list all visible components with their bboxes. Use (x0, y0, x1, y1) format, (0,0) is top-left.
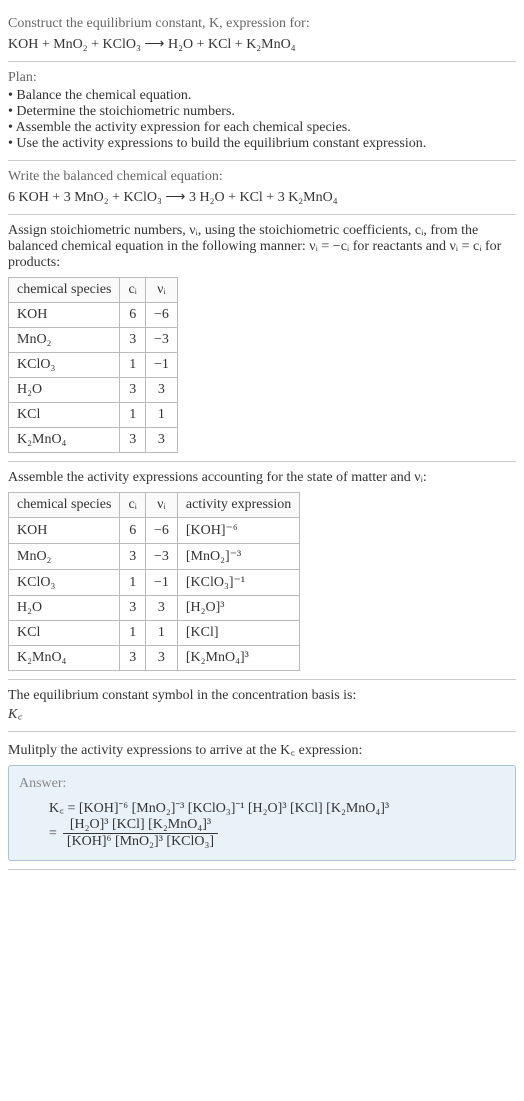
cell-species: KClO₃ (9, 353, 120, 378)
multiply-section: Mulitply the activity expressions to arr… (8, 732, 516, 870)
col-activity: activity expression (177, 493, 299, 518)
col-species: chemical species (9, 493, 120, 518)
col-ci: cᵢ (120, 278, 146, 303)
cell-ci: 6 (120, 518, 146, 544)
plan-item: • Use the activity expressions to build … (8, 136, 516, 152)
fraction-denominator: [KOH]⁶ [MnO₂]³ [KClO₃] (63, 834, 218, 850)
symbol-intro: The equilibrium constant symbol in the c… (8, 688, 516, 704)
cell-expr: [K₂MnO₄]³ (177, 646, 299, 671)
cell-vi: −3 (145, 544, 177, 570)
col-species: chemical species (9, 278, 120, 303)
activity-intro: Assemble the activity expressions accoun… (8, 470, 516, 486)
cell-species: KOH (9, 303, 120, 328)
cell-vi: 3 (145, 428, 177, 453)
answer-fraction-line: = [H₂O]³ [KCl] [K₂MnO₄]³ [KOH]⁶ [MnO₂]³ … (49, 817, 505, 850)
cell-species: KClO₃ (9, 570, 120, 596)
table-row: KOH6−6 (9, 303, 178, 328)
cell-vi: 3 (145, 378, 177, 403)
header-section: Construct the equilibrium constant, K, e… (8, 8, 516, 62)
cell-vi: 3 (145, 646, 177, 671)
cell-expr: [KClO₃]⁻¹ (177, 570, 299, 596)
answer-line1: K꜀ = [KOH]⁻⁶ [MnO₂]⁻³ [KClO₃]⁻¹ [H₂O]³ [… (49, 798, 505, 817)
answer-label: Answer: (19, 776, 505, 792)
cell-species: H₂O (9, 378, 120, 403)
activity-table: chemical species cᵢ νᵢ activity expressi… (8, 492, 300, 671)
cell-ci: 1 (120, 403, 146, 428)
cell-ci: 1 (120, 570, 146, 596)
stoich-section: Assign stoichiometric numbers, νᵢ, using… (8, 215, 516, 462)
table-row: MnO₂3−3[MnO₂]⁻³ (9, 544, 300, 570)
cell-vi: −6 (145, 303, 177, 328)
fraction-numerator: [H₂O]³ [KCl] [K₂MnO₄]³ (63, 817, 218, 834)
cell-ci: 6 (120, 303, 146, 328)
cell-species: H₂O (9, 596, 120, 621)
cell-vi: 3 (145, 596, 177, 621)
table-header-row: chemical species cᵢ νᵢ (9, 278, 178, 303)
plan-item: • Assemble the activity expression for e… (8, 120, 516, 136)
plan-title: Plan: (8, 70, 516, 86)
cell-expr: [KOH]⁻⁶ (177, 518, 299, 544)
table-row: K₂MnO₄33 (9, 428, 178, 453)
table-row: KClO₃1−1 (9, 353, 178, 378)
unbalanced-equation: KOH + MnO₂ + KClO₃ ⟶ H₂O + KCl + K₂MnO₄ (8, 36, 516, 53)
cell-ci: 3 (120, 428, 146, 453)
cell-ci: 3 (120, 596, 146, 621)
cell-ci: 1 (120, 353, 146, 378)
plan-list: • Balance the chemical equation. • Deter… (8, 88, 516, 152)
cell-vi: 1 (145, 403, 177, 428)
col-vi: νᵢ (145, 278, 177, 303)
cell-vi: −3 (145, 328, 177, 353)
col-ci: cᵢ (120, 493, 146, 518)
table-row: H₂O33 (9, 378, 178, 403)
table-row: KClO₃1−1[KClO₃]⁻¹ (9, 570, 300, 596)
balanced-section: Write the balanced chemical equation: 6 … (8, 161, 516, 215)
table-row: KCl11[KCl] (9, 621, 300, 646)
cell-species: MnO₂ (9, 544, 120, 570)
table-row: H₂O33[H₂O]³ (9, 596, 300, 621)
table-row: MnO₂3−3 (9, 328, 178, 353)
cell-species: K₂MnO₄ (9, 646, 120, 671)
fraction: [H₂O]³ [KCl] [K₂MnO₄]³ [KOH]⁶ [MnO₂]³ [K… (63, 817, 218, 850)
cell-species: KOH (9, 518, 120, 544)
cell-species: KCl (9, 621, 120, 646)
stoich-intro: Assign stoichiometric numbers, νᵢ, using… (8, 223, 516, 271)
multiply-intro: Mulitply the activity expressions to arr… (8, 740, 516, 759)
cell-ci: 3 (120, 378, 146, 403)
cell-ci: 1 (120, 621, 146, 646)
cell-vi: −1 (145, 353, 177, 378)
answer-box: Answer: K꜀ = [KOH]⁻⁶ [MnO₂]⁻³ [KClO₃]⁻¹ … (8, 765, 516, 861)
plan-item: • Balance the chemical equation. (8, 88, 516, 104)
activity-section: Assemble the activity expressions accoun… (8, 462, 516, 680)
cell-expr: [KCl] (177, 621, 299, 646)
construct-prompt: Construct the equilibrium constant, K, e… (8, 16, 516, 32)
cell-vi: 1 (145, 621, 177, 646)
cell-species: MnO₂ (9, 328, 120, 353)
stoich-table: chemical species cᵢ νᵢ KOH6−6 MnO₂3−3 KC… (8, 277, 178, 453)
plan-section: Plan: • Balance the chemical equation. •… (8, 62, 516, 161)
cell-vi: −1 (145, 570, 177, 596)
symbol-section: The equilibrium constant symbol in the c… (8, 680, 516, 732)
cell-species: K₂MnO₄ (9, 428, 120, 453)
table-header-row: chemical species cᵢ νᵢ activity expressi… (9, 493, 300, 518)
cell-expr: [H₂O]³ (177, 596, 299, 621)
col-vi: νᵢ (145, 493, 177, 518)
cell-expr: [MnO₂]⁻³ (177, 544, 299, 570)
table-row: KOH6−6[KOH]⁻⁶ (9, 518, 300, 544)
cell-ci: 3 (120, 544, 146, 570)
plan-item: • Determine the stoichiometric numbers. (8, 104, 516, 120)
cell-species: KCl (9, 403, 120, 428)
cell-vi: −6 (145, 518, 177, 544)
symbol-kc: K꜀ (8, 704, 516, 723)
table-row: KCl11 (9, 403, 178, 428)
cell-ci: 3 (120, 328, 146, 353)
table-row: K₂MnO₄33[K₂MnO₄]³ (9, 646, 300, 671)
equals-sign: = (49, 826, 57, 842)
balanced-prompt: Write the balanced chemical equation: (8, 169, 516, 185)
balanced-equation: 6 KOH + 3 MnO₂ + KClO₃ ⟶ 3 H₂O + KCl + 3… (8, 189, 516, 206)
cell-ci: 3 (120, 646, 146, 671)
